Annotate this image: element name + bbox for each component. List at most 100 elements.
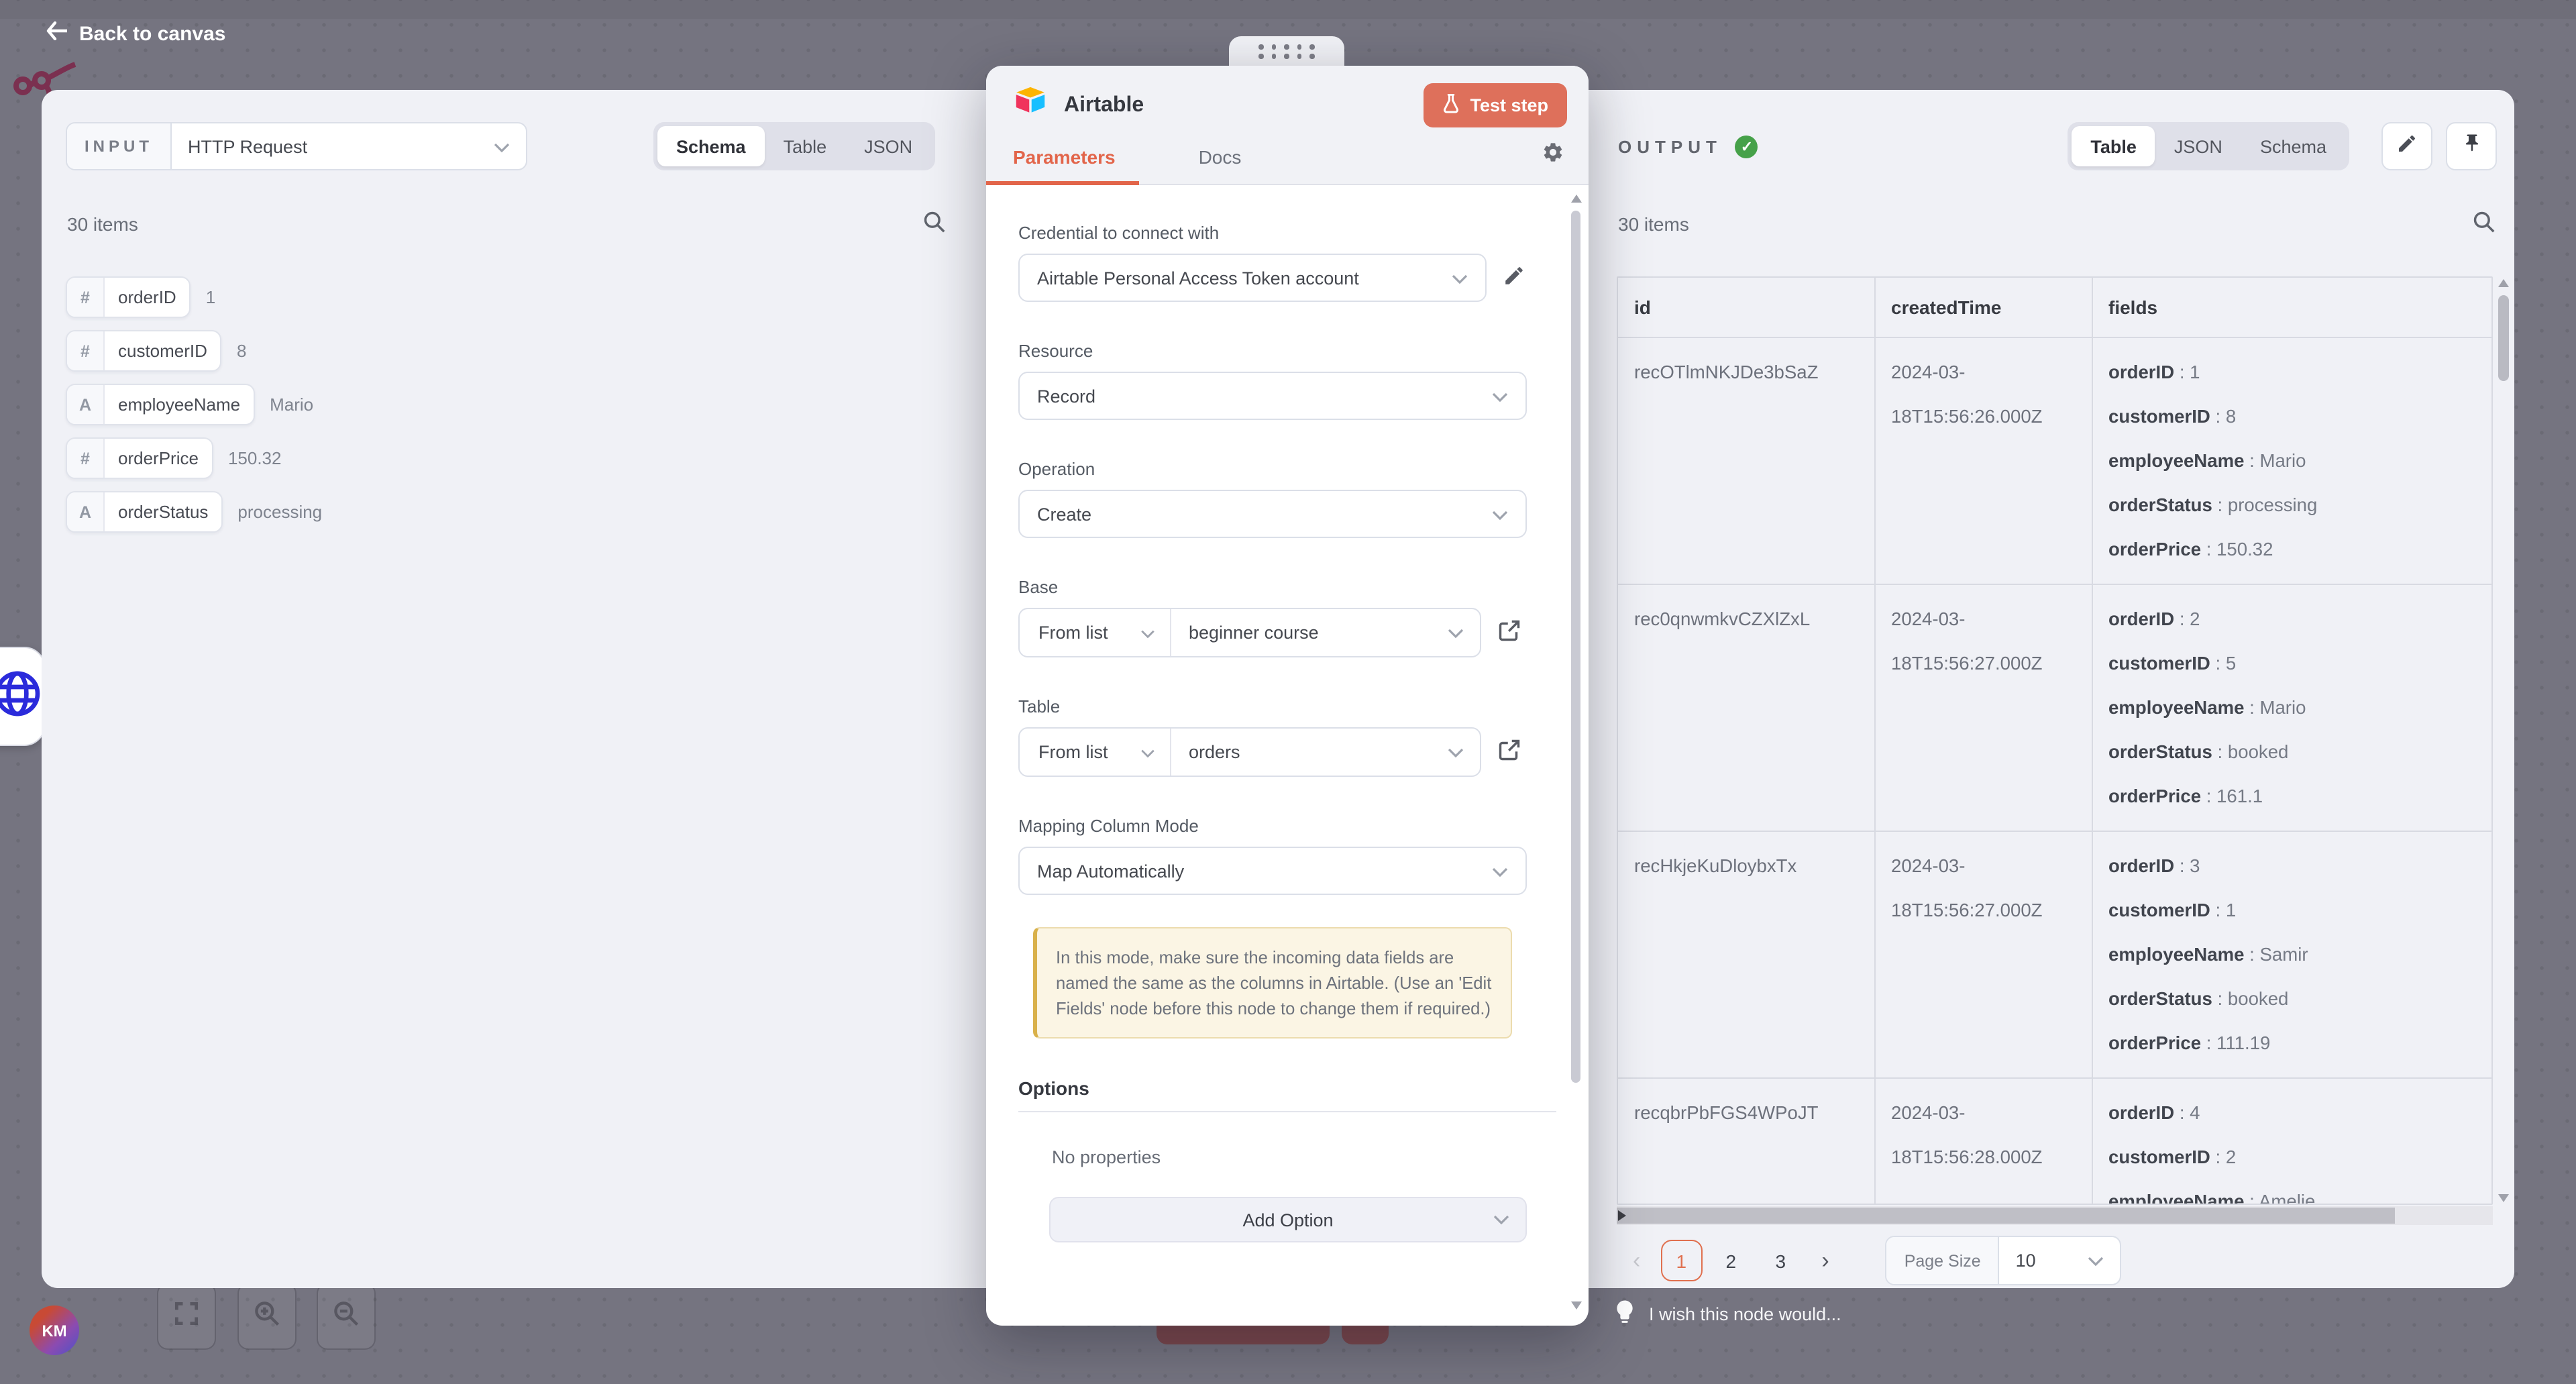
cell-id: recHkjeKuDloybxTx <box>1618 831 1874 1077</box>
chevron-down-icon <box>1492 504 1508 524</box>
add-option-button[interactable]: Add Option <box>1049 1197 1527 1242</box>
back-to-canvas-button[interactable]: Back to canvas <box>46 21 225 46</box>
search-icon[interactable] <box>2471 209 2497 242</box>
output-panel: OUTPUT ✓ Table JSON Schema 30 items <box>1589 90 2514 1288</box>
top-bar-shadow <box>0 0 2576 19</box>
schema-field-name: orderID <box>105 278 190 317</box>
node-feedback-link[interactable]: I wish this node would... <box>1615 1300 1841 1328</box>
schema-field-row[interactable]: AorderStatusprocessing <box>66 491 322 533</box>
column-header-fields[interactable]: fields <box>2092 278 2491 337</box>
table-mode-value: From list <box>1038 742 1108 762</box>
input-source-value: HTTP Request <box>188 136 307 156</box>
mapping-mode-select[interactable]: Map Automatically <box>1018 847 1527 895</box>
parameters-form: Credential to connect with Airtable Pers… <box>986 187 1589 1326</box>
table-row[interactable]: rec0qnwmkvCZXlZxL2024-03-18T15:56:27.000… <box>1618 584 2491 831</box>
zoom-in-button[interactable] <box>237 1283 297 1350</box>
credential-label: Credential to connect with <box>1018 223 1556 243</box>
base-select[interactable]: From list beginner course <box>1018 608 1481 657</box>
output-tab-schema[interactable]: Schema <box>2241 126 2345 166</box>
column-header-id[interactable]: id <box>1618 278 1874 337</box>
table-select[interactable]: From list orders <box>1018 727 1481 777</box>
output-tab-json[interactable]: JSON <box>2155 126 2241 166</box>
scroll-up-icon[interactable] <box>1570 195 1581 203</box>
schema-field-name: employeeName <box>105 385 254 424</box>
page-number-button[interactable]: 1 <box>1660 1240 1702 1281</box>
modal-scroll-thumb[interactable] <box>1571 211 1580 1083</box>
next-page-button[interactable]: › <box>1805 1247 1845 1274</box>
mapping-mode-label: Mapping Column Mode <box>1018 816 1556 836</box>
modal-scrollbar[interactable] <box>1570 195 1582 1310</box>
pin-data-button[interactable] <box>2446 122 2497 170</box>
zoom-to-fit-button[interactable] <box>157 1283 216 1350</box>
input-panel: INPUT HTTP Request Schema Table JSON 30 … <box>42 90 986 1288</box>
scroll-down-icon[interactable] <box>1570 1301 1581 1310</box>
pencil-icon <box>2396 132 2418 160</box>
scroll-right-icon[interactable] <box>1617 1210 1625 1221</box>
zoom-out-button[interactable] <box>317 1283 376 1350</box>
arrow-left-icon <box>46 21 67 46</box>
table-row[interactable]: recqbrPbFGS4WPoJT2024-03-18T15:56:28.000… <box>1618 1077 2491 1205</box>
add-option-label: Add Option <box>1242 1210 1333 1230</box>
chevron-down-icon <box>1140 623 1155 643</box>
chevron-down-icon <box>1140 742 1155 762</box>
resource-select[interactable]: Record <box>1018 372 1527 420</box>
edit-credential-button[interactable] <box>1503 264 1525 291</box>
output-tab-table[interactable]: Table <box>2072 126 2155 166</box>
page-size-select[interactable]: Page Size 10 <box>1886 1236 2122 1285</box>
chevron-down-icon <box>494 136 510 156</box>
schema-field-pill[interactable]: AemployeeName <box>66 384 255 425</box>
scroll-down-icon[interactable] <box>2498 1194 2509 1202</box>
table-row[interactable]: recOTlmNKJDe3bSaZ2024-03-18T15:56:26.000… <box>1618 337 2491 584</box>
table-row[interactable]: recHkjeKuDloybxTx2024-03-18T15:56:27.000… <box>1618 831 2491 1077</box>
schema-field-pill[interactable]: #orderPrice <box>66 437 213 479</box>
zoom-out-icon <box>331 1298 361 1334</box>
schema-field-value: Mario <box>270 394 313 415</box>
page-number-button[interactable]: 3 <box>1760 1240 1801 1281</box>
zoom-to-fit-icon <box>172 1298 201 1334</box>
schema-field-pill[interactable]: #orderID <box>66 276 191 318</box>
http-request-node-tab[interactable] <box>0 647 46 746</box>
chevron-down-icon <box>1452 268 1468 288</box>
schema-field-row[interactable]: #customerID8 <box>66 330 246 372</box>
prev-page-button[interactable]: ‹ <box>1617 1247 1656 1274</box>
page-number-button[interactable]: 2 <box>1710 1240 1752 1281</box>
lightbulb-icon <box>1615 1300 1634 1328</box>
schema-field-row[interactable]: #orderPrice150.32 <box>66 437 281 479</box>
input-tab-schema[interactable]: Schema <box>657 126 765 166</box>
credential-select[interactable]: Airtable Personal Access Token account <box>1018 254 1487 302</box>
test-step-button[interactable]: Test step <box>1423 83 1567 127</box>
table-vertical-scrollbar[interactable] <box>2496 276 2512 1205</box>
search-icon[interactable] <box>922 209 947 242</box>
tab-parameters[interactable]: Parameters <box>986 130 1116 184</box>
edit-output-button[interactable] <box>2381 122 2432 170</box>
output-data-table: id createdTime fields recOTlmNKJDe3bSaZ2… <box>1617 276 2493 1205</box>
scroll-up-icon[interactable] <box>2498 279 2509 287</box>
schema-field-row[interactable]: #orderID1 <box>66 276 215 318</box>
open-base-external-button[interactable] <box>1497 619 1521 647</box>
gear-icon[interactable] <box>1542 141 1564 170</box>
avatar-initials: KM <box>42 1321 66 1340</box>
resource-label: Resource <box>1018 341 1556 361</box>
input-items-count: 30 items <box>67 213 138 235</box>
cell-id: recqbrPbFGS4WPoJT <box>1618 1077 1874 1205</box>
schema-field-pill[interactable]: AorderStatus <box>66 491 223 533</box>
column-header-createdtime[interactable]: createdTime <box>1874 278 2092 337</box>
table-horizontal-scrollbar[interactable] <box>1617 1206 2493 1225</box>
vertical-scroll-thumb[interactable] <box>2498 295 2509 381</box>
chevron-down-icon <box>1448 742 1464 762</box>
cell-createdtime: 2024-03-18T15:56:28.000Z <box>1874 1077 2092 1205</box>
operation-select[interactable]: Create <box>1018 490 1527 538</box>
open-table-external-button[interactable] <box>1497 738 1521 766</box>
tab-docs[interactable]: Docs <box>1172 130 1242 184</box>
node-title: Airtable <box>1064 93 1423 117</box>
horizontal-scroll-thumb[interactable] <box>1617 1208 2395 1224</box>
input-source-select[interactable]: INPUT HTTP Request <box>66 122 527 170</box>
input-tab-table[interactable]: Table <box>765 126 846 166</box>
cell-fields: orderID : 3customerID : 1employeeName : … <box>2092 831 2491 1077</box>
input-tab-json[interactable]: JSON <box>845 126 931 166</box>
chevron-down-icon <box>1448 623 1464 643</box>
schema-field-pill[interactable]: #customerID <box>66 330 222 372</box>
avatar[interactable]: KM <box>30 1306 79 1355</box>
schema-field-row[interactable]: AemployeeName Mario <box>66 384 313 425</box>
cell-fields: orderID : 1customerID : 8employeeName : … <box>2092 337 2491 584</box>
